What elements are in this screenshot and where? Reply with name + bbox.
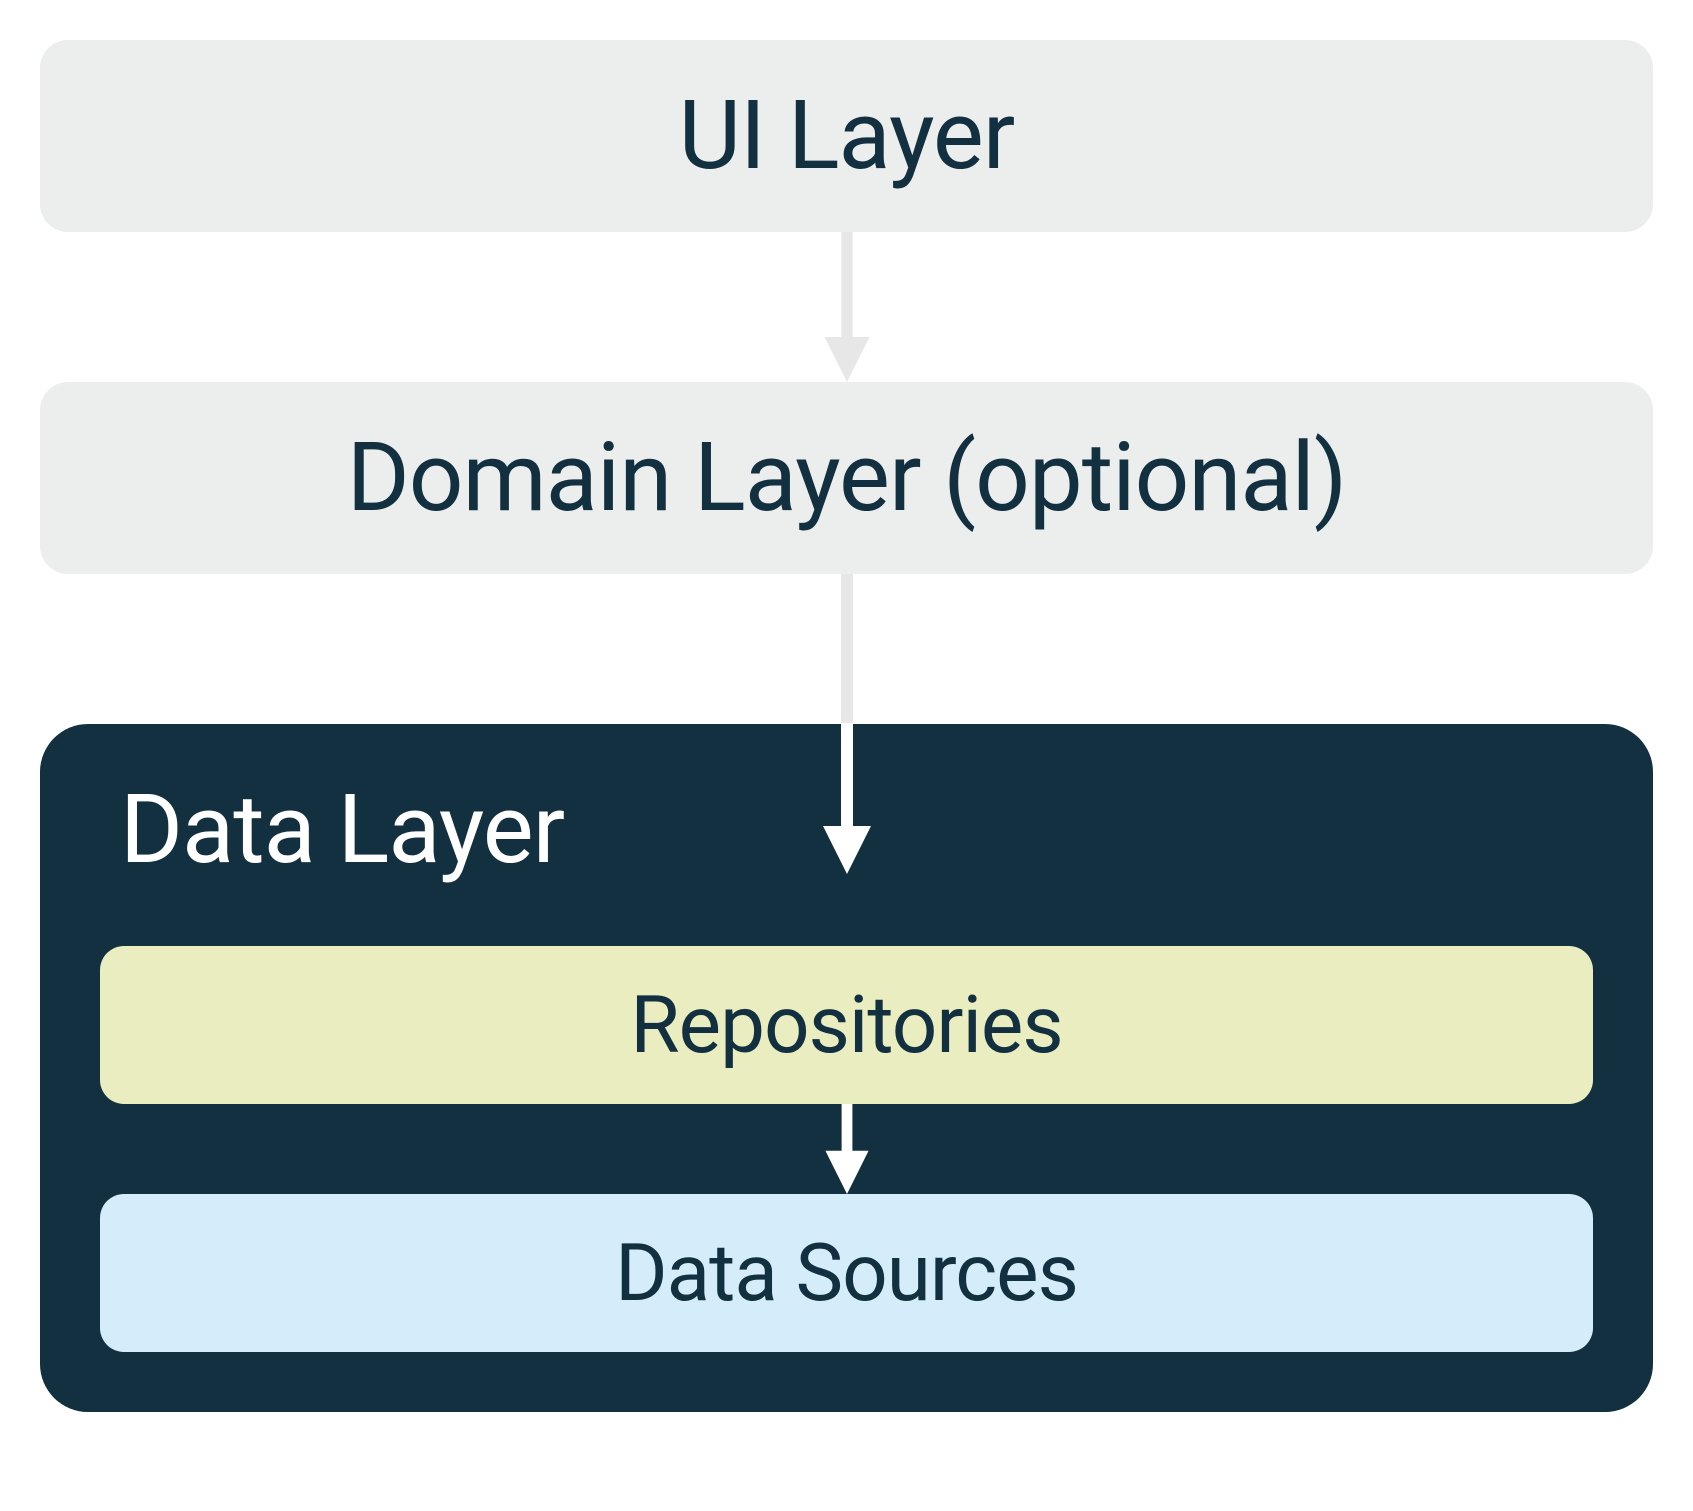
repositories-box: Repositories [100,946,1593,1104]
ui-layer-label: UI Layer [679,80,1015,192]
arrow-repositories-to-sources [100,1104,1593,1194]
arrow-into-repositories-icon [817,574,877,874]
repositories-label: Repositories [630,978,1062,1072]
domain-layer-label: Domain Layer (optional) [347,422,1347,534]
ui-layer-box: UI Layer [40,40,1653,232]
arrow-down-icon [817,232,877,382]
arrow-down-icon [817,1104,877,1194]
data-layer-container: Data Layer Repositories Data Sources [40,724,1653,1412]
data-sources-box: Data Sources [100,1194,1593,1352]
architecture-diagram: UI Layer Domain Layer (optional) Data La… [40,40,1653,1412]
domain-layer-box: Domain Layer (optional) [40,382,1653,574]
arrow-ui-to-domain [40,232,1653,382]
data-sources-label: Data Sources [615,1226,1078,1320]
